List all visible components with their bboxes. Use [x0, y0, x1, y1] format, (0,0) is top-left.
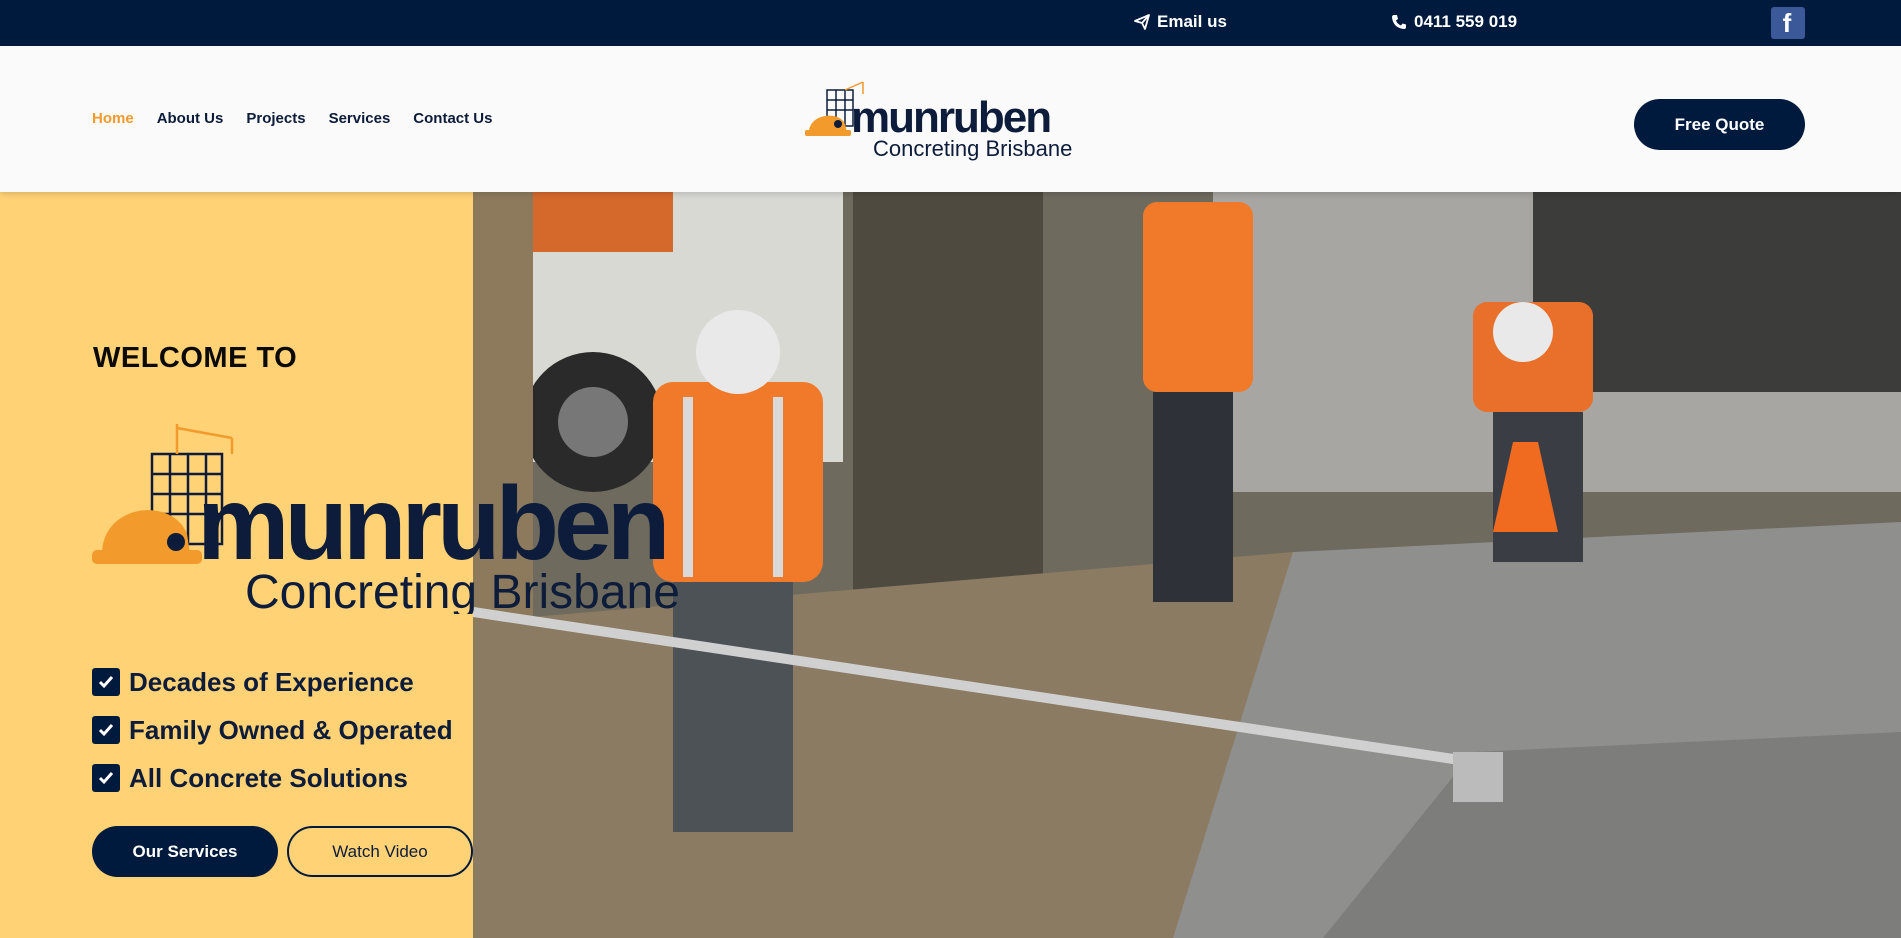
site-logo[interactable]: munruben Concreting Brisbane	[805, 80, 1095, 164]
hardhat-icon	[92, 510, 202, 564]
email-link[interactable]: Email us	[1134, 12, 1227, 32]
checkbox-icon	[92, 764, 120, 792]
free-quote-button[interactable]: Free Quote	[1634, 99, 1805, 150]
nav-services[interactable]: Services	[329, 110, 391, 127]
our-services-button[interactable]: Our Services	[92, 826, 278, 877]
hero-section: WELCOME TO munruben Concreting Brisbane …	[0, 192, 1901, 938]
nav-contact-us[interactable]: Contact Us	[413, 110, 492, 127]
facebook-icon[interactable]: f	[1771, 7, 1805, 39]
feature-label: Family Owned & Operated	[129, 714, 453, 745]
top-bar: Email us 0411 559 019 f	[0, 0, 1901, 46]
hardhat-icon	[805, 115, 851, 136]
hero-logo: munruben Concreting Brisbane	[92, 424, 680, 614]
email-label: Email us	[1157, 12, 1227, 31]
paper-plane-icon	[1134, 14, 1150, 30]
feature-label: All Concrete Solutions	[129, 762, 408, 793]
nav-projects[interactable]: Projects	[246, 110, 305, 127]
main-nav: Home About Us Projects Services Contact …	[92, 110, 492, 127]
facebook-glyph: f	[1782, 8, 1792, 38]
site-header: Home About Us Projects Services Contact …	[0, 46, 1901, 192]
feature-item: Family Owned & Operated	[92, 706, 453, 754]
feature-list: Decades of Experience Family Owned & Ope…	[92, 658, 453, 802]
welcome-heading: WELCOME TO	[93, 342, 298, 374]
feature-item: Decades of Experience	[92, 658, 453, 706]
checkbox-icon	[92, 716, 120, 744]
logo-tagline: Concreting Brisbane	[873, 136, 1072, 161]
watch-video-button[interactable]: Watch Video	[287, 826, 473, 877]
feature-item: All Concrete Solutions	[92, 754, 453, 802]
phone-link[interactable]: 0411 559 019	[1391, 12, 1517, 32]
logo-brand: munruben	[851, 93, 1050, 142]
checkbox-icon	[92, 668, 120, 696]
nav-home[interactable]: Home	[92, 110, 134, 127]
nav-about-us[interactable]: About Us	[157, 110, 224, 127]
phone-icon	[1392, 15, 1406, 29]
hero-logo-brand: munruben	[197, 466, 665, 582]
feature-label: Decades of Experience	[129, 666, 414, 697]
hero-logo-tagline: Concreting Brisbane	[245, 566, 680, 614]
phone-label: 0411 559 019	[1414, 12, 1518, 31]
